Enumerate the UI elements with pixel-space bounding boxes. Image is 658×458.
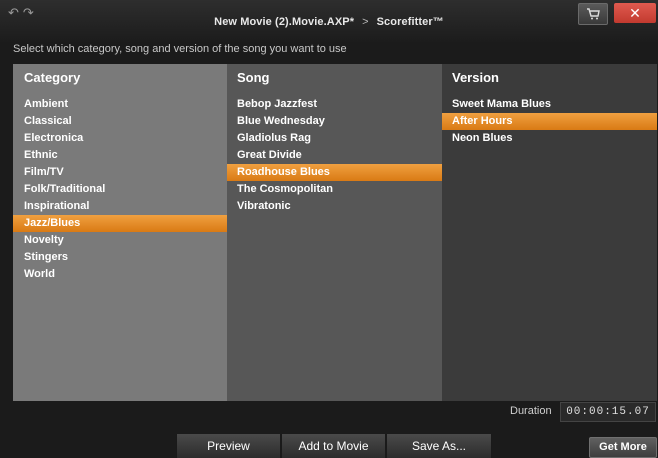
title-bar: ↶ ↷ New Movie (2).Movie.AXP* > Scorefitter… — [0, 0, 658, 42]
version-list: Sweet Mama Blues After Hours Neon Blues — [442, 96, 657, 147]
category-item[interactable]: Electronica — [13, 130, 227, 147]
song-column: Song Bebop Jazzfest Blue Wednesday Gladiol… — [227, 64, 442, 401]
version-item[interactable]: After Hours — [442, 113, 657, 130]
song-item[interactable]: The Cosmopolitan — [227, 181, 442, 198]
song-item[interactable]: Bebop Jazzfest — [227, 96, 442, 113]
save-as-button[interactable]: Save As... — [386, 434, 492, 458]
category-item[interactable]: Film/TV — [13, 164, 227, 181]
category-header: Category — [24, 70, 81, 85]
tool-name: Scorefitter™ — [376, 16, 444, 28]
project-name: New Movie (2).Movie.AXP* — [214, 16, 355, 28]
category-item[interactable]: Ethnic — [13, 147, 227, 164]
category-item[interactable]: Ambient — [13, 96, 227, 113]
song-list: Bebop Jazzfest Blue Wednesday Gladiolus Ra… — [227, 96, 442, 215]
add-to-movie-button[interactable]: Add to Movie — [281, 434, 386, 458]
duration-label: Duration — [510, 405, 552, 417]
cart-icon — [587, 8, 600, 20]
window-title: New Movie (2).Movie.AXP* > Scorefitter™ — [0, 16, 658, 28]
song-item[interactable]: Roadhouse Blues — [227, 164, 442, 181]
song-item[interactable]: Blue Wednesday — [227, 113, 442, 130]
category-item[interactable]: Stingers — [13, 249, 227, 266]
category-column: Category Ambient Classical Electronica Ethn… — [13, 64, 227, 401]
duration-value: 00:00:15.07 — [560, 402, 656, 422]
category-item[interactable]: Novelty — [13, 232, 227, 249]
category-item[interactable]: World — [13, 266, 227, 283]
category-item[interactable]: Inspirational — [13, 198, 227, 215]
version-header: Version — [452, 70, 499, 85]
song-item[interactable]: Gladiolus Rag — [227, 130, 442, 147]
selection-panels: Category Ambient Classical Electronica Ethn… — [13, 64, 657, 401]
song-item[interactable]: Vibratonic — [227, 198, 442, 215]
instruction-text: Select which category, song and version … — [13, 43, 347, 55]
category-item[interactable]: Folk/Traditional — [13, 181, 227, 198]
version-item[interactable]: Sweet Mama Blues — [442, 96, 657, 113]
cart-button[interactable] — [578, 3, 608, 25]
get-more-button[interactable]: Get More — [589, 437, 657, 458]
version-column: Version Sweet Mama Blues After Hours Neon … — [442, 64, 657, 401]
close-button[interactable]: ✕ — [614, 3, 656, 23]
song-header: Song — [237, 70, 270, 85]
category-list: Ambient Classical Electronica Ethnic Film/TV… — [13, 96, 227, 283]
category-item[interactable]: Classical — [13, 113, 227, 130]
song-item[interactable]: Great Divide — [227, 147, 442, 164]
preview-button[interactable]: Preview — [176, 434, 281, 458]
title-separator: > — [362, 16, 369, 28]
close-icon: ✕ — [629, 4, 641, 21]
category-item[interactable]: Jazz/Blues — [13, 215, 227, 232]
version-item[interactable]: Neon Blues — [442, 130, 657, 147]
